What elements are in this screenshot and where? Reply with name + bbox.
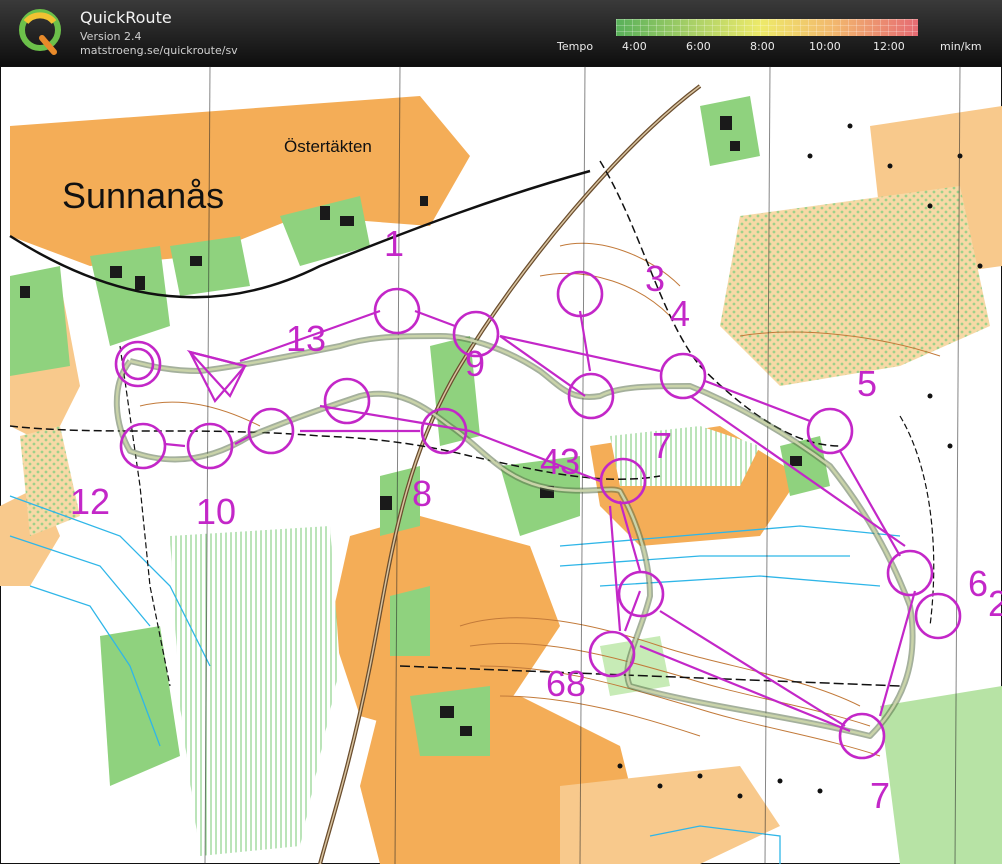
control-number: 13: [286, 318, 326, 359]
control-number: 12: [70, 481, 110, 522]
tempo-tick: 6:00: [686, 40, 711, 53]
control-number: 7: [870, 775, 890, 816]
orienteering-map[interactable]: Sunnanås Östertäkten 1 3 4 5 6 2 7 8 10 …: [0, 66, 1002, 864]
control-number: 1: [384, 223, 404, 264]
tempo-tick: 10:00: [809, 40, 841, 53]
control-number: 5: [857, 363, 877, 404]
control-number: 6: [968, 563, 988, 604]
control-number: 3: [645, 258, 665, 299]
control-number: 43: [540, 441, 580, 482]
control-number: 2: [988, 583, 1002, 624]
control-number: 4: [670, 293, 690, 334]
place-name-ostertakten: Östertäkten: [284, 137, 372, 156]
tempo-tick: 8:00: [750, 40, 775, 53]
app-version: Version 2.4: [80, 30, 142, 43]
app-header: QuickRoute Version 2.4 matstroeng.se/qui…: [0, 0, 1002, 66]
tempo-tick: 12:00: [873, 40, 905, 53]
quickroute-logo-icon: [19, 9, 61, 55]
place-name-sunnanas: Sunnanås: [62, 175, 224, 216]
app-url[interactable]: matstroeng.se/quickroute/sv: [80, 44, 238, 57]
control-number: 9: [465, 343, 485, 384]
tempo-label: Tempo: [557, 40, 594, 53]
control-number: 8: [412, 473, 432, 514]
app-title: QuickRoute: [80, 8, 172, 27]
control-number: 10: [196, 491, 236, 532]
control-number: 68: [546, 663, 586, 704]
tempo-color-scale: [616, 19, 918, 36]
tempo-tick: 4:00: [622, 40, 647, 53]
tempo-unit: min/km: [940, 40, 982, 53]
control-number: 7: [652, 425, 672, 466]
